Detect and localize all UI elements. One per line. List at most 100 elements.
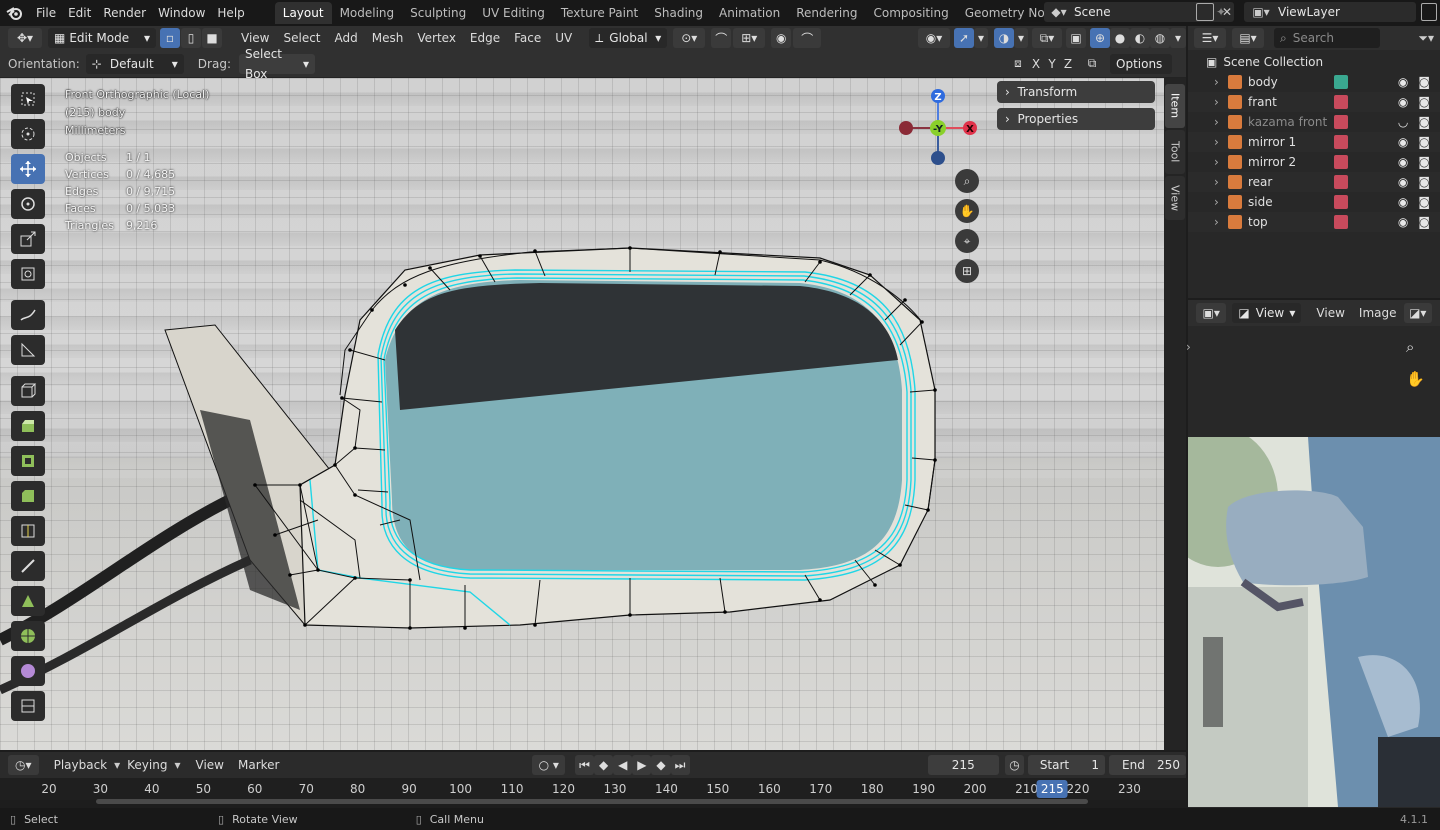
jump-start-icon[interactable]: ⏮ xyxy=(574,755,595,775)
start-frame-field[interactable]: Start 1 xyxy=(1027,755,1105,775)
play-reverse-icon[interactable]: ◀ xyxy=(613,755,633,775)
view-mode-dropdown[interactable]: ◪ View ▾ xyxy=(1232,303,1302,323)
auto-merge-icon[interactable]: ⧉ xyxy=(1082,53,1102,74)
preview-range-icon[interactable]: ◷ xyxy=(1004,755,1024,775)
material-shading-icon[interactable]: ◐ xyxy=(1130,28,1150,48)
menu-timeline-view[interactable]: View xyxy=(189,758,231,772)
new-viewlayer-icon[interactable] xyxy=(1421,3,1437,21)
transform-panel-header[interactable]: › Transform xyxy=(997,81,1155,103)
overlay-icon[interactable]: ◑ xyxy=(994,28,1014,48)
outliner-item[interactable]: › rear ◉ ◙ xyxy=(1188,172,1440,192)
zoom-icon[interactable]: ⌕ xyxy=(1406,338,1414,356)
select-box-tool-icon[interactable] xyxy=(11,84,45,114)
camera-render-icon[interactable]: ◙ xyxy=(1418,215,1430,229)
menu-keying[interactable]: Keying xyxy=(120,758,174,772)
properties-panel-header[interactable]: › Properties xyxy=(997,108,1155,130)
expand-arrow-icon[interactable]: › xyxy=(1214,75,1228,89)
outliner-editor-icon[interactable]: ☰▾ xyxy=(1194,28,1226,48)
camera-render-icon[interactable]: ◙ xyxy=(1418,75,1430,89)
3d-viewport[interactable]: Front Orthographic (Local) (215) body Mi… xyxy=(0,78,1164,750)
knife-tool-icon[interactable] xyxy=(11,551,45,581)
poly-build-tool-icon[interactable] xyxy=(11,586,45,616)
next-keyframe-icon[interactable]: ◆ xyxy=(651,755,671,775)
tab-sculpting[interactable]: Sculpting xyxy=(402,2,474,24)
gizmo-dropdown-icon[interactable]: ▾ xyxy=(974,28,988,48)
gizmo-icon[interactable]: ➚ xyxy=(954,28,974,48)
mirror-icon[interactable]: ⧈ xyxy=(1008,53,1028,74)
axis-x-toggle[interactable]: X xyxy=(1028,53,1044,74)
menu-mesh[interactable]: Mesh xyxy=(365,31,411,45)
expand-arrow-icon[interactable]: › xyxy=(1214,195,1228,209)
camera-render-icon[interactable]: ◙ xyxy=(1418,115,1430,129)
expand-arrow-icon[interactable]: › xyxy=(1214,115,1228,129)
annotate-tool-icon[interactable] xyxy=(11,300,45,330)
loop-cut-tool-icon[interactable] xyxy=(11,516,45,546)
eye-icon[interactable]: ◉ xyxy=(1398,155,1408,169)
filter-icon[interactable]: ⏷▾ xyxy=(1418,31,1434,46)
smooth-tool-icon[interactable] xyxy=(11,656,45,686)
tab-item[interactable]: Item xyxy=(1165,84,1185,128)
mesh-overlay-icon[interactable]: ⧉▾ xyxy=(1032,28,1062,48)
orientation-dropdown[interactable]: ⊹ Default ▾ xyxy=(85,53,184,74)
camera-render-icon[interactable]: ◙ xyxy=(1418,95,1430,109)
transform-orientation-dropdown[interactable]: ⟂ Global ▾ xyxy=(589,28,668,48)
zoom-icon[interactable]: ⌕ xyxy=(955,169,979,193)
playhead-frame-label[interactable]: 215 xyxy=(1036,780,1068,798)
tab-tool[interactable]: Tool xyxy=(1165,130,1185,174)
tab-modeling[interactable]: Modeling xyxy=(332,2,403,24)
scale-tool-icon[interactable] xyxy=(11,224,45,254)
camera-render-icon[interactable]: ◙ xyxy=(1418,135,1430,149)
viewlayer-selector[interactable]: ▣▾ ViewLayer xyxy=(1244,2,1416,22)
outliner-item[interactable]: › mirror 1 ◉ ◙ xyxy=(1188,132,1440,152)
image-menu-view[interactable]: View xyxy=(1309,306,1351,320)
menu-add[interactable]: Add xyxy=(328,31,365,45)
tab-layout[interactable]: Layout xyxy=(274,2,332,24)
camera-icon[interactable]: ⌖ xyxy=(955,229,979,253)
image-menu-image[interactable]: Image xyxy=(1352,306,1404,320)
eye-icon[interactable]: ◉ xyxy=(1398,135,1408,149)
snap-icon[interactable]: ⌒ xyxy=(711,28,732,48)
outliner-search[interactable]: ⌕ Search xyxy=(1274,28,1380,48)
expand-arrow-icon[interactable]: › xyxy=(1214,135,1228,149)
collapse-arrow-icon[interactable]: › xyxy=(1186,340,1191,354)
menu-help[interactable]: Help xyxy=(211,2,250,24)
current-frame-field[interactable]: 215 xyxy=(927,755,999,775)
tab-view[interactable]: View xyxy=(1165,176,1185,220)
timeline-ruler[interactable]: 20 30 40 50 60 70 80 90 100 110 120 130 140 150 160 170… xyxy=(0,778,1186,800)
options-dropdown[interactable]: Options ▾ xyxy=(1110,53,1172,91)
falloff-icon[interactable]: ⌒ xyxy=(793,28,822,48)
menu-edit[interactable]: Edit xyxy=(62,2,97,24)
new-scene-icon[interactable] xyxy=(1196,3,1214,21)
eye-closed-icon[interactable]: ◡ xyxy=(1398,115,1408,129)
delete-scene-icon[interactable]: ✕ xyxy=(1218,3,1236,21)
outliner-item[interactable]: › top ◉ ◙ xyxy=(1188,212,1440,232)
menu-vertex[interactable]: Vertex xyxy=(410,31,463,45)
bevel-tool-icon[interactable] xyxy=(11,481,45,511)
spin-tool-icon[interactable] xyxy=(11,621,45,651)
outliner-item[interactable]: › body ◉ ◙ xyxy=(1188,72,1440,92)
outliner-item[interactable]: › kazama front ◡ ◙ xyxy=(1188,112,1440,132)
axis-z-toggle[interactable]: Z xyxy=(1060,53,1076,74)
menu-face[interactable]: Face xyxy=(507,31,548,45)
expand-arrow-icon[interactable]: › xyxy=(1214,175,1228,189)
menu-edge[interactable]: Edge xyxy=(463,31,507,45)
eye-icon[interactable]: ◉ xyxy=(1398,175,1408,189)
snap-target-icon[interactable]: ⊞▾ xyxy=(733,28,766,48)
blender-logo-icon[interactable] xyxy=(0,2,30,24)
measure-tool-icon[interactable] xyxy=(11,335,45,365)
rotate-tool-icon[interactable] xyxy=(11,189,45,219)
auto-keying-icon[interactable]: ○ ▾ xyxy=(532,755,565,775)
tab-rendering[interactable]: Rendering xyxy=(788,2,865,24)
face-select-icon[interactable]: ■ xyxy=(202,28,222,48)
xray-icon[interactable]: ▣ xyxy=(1066,28,1086,48)
scene-collection-row[interactable]: ▣ Scene Collection xyxy=(1188,52,1440,72)
menu-render[interactable]: Render xyxy=(97,2,152,24)
pan-hand-icon[interactable]: ✋ xyxy=(955,199,979,223)
image-editor-type-icon[interactable]: ▣▾ xyxy=(1196,303,1227,323)
proportional-edit-icon[interactable]: ◉ xyxy=(771,28,792,48)
solid-shading-icon[interactable]: ● xyxy=(1110,28,1130,48)
pan-hand-icon[interactable]: ✋ xyxy=(1406,370,1425,388)
rendered-shading-icon[interactable]: ◍ xyxy=(1150,28,1170,48)
shading-dropdown-icon[interactable]: ▾ xyxy=(1170,28,1186,48)
end-frame-field[interactable]: End 250 xyxy=(1108,755,1186,775)
